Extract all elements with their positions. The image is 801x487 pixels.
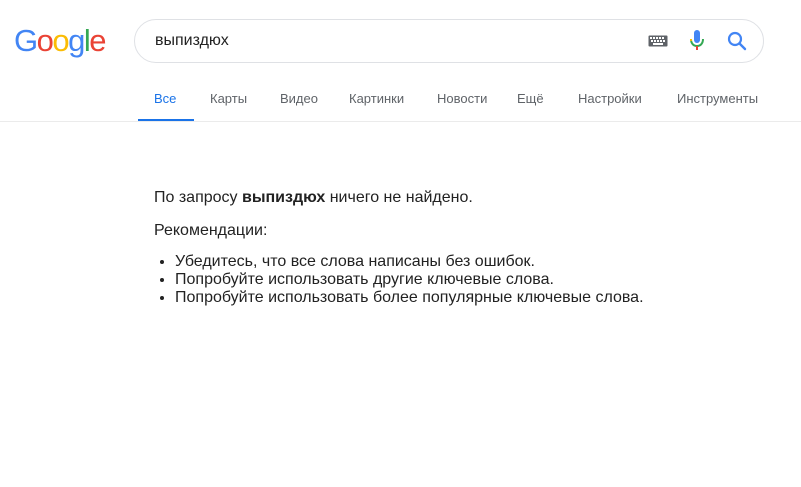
search-input[interactable] — [155, 20, 625, 62]
tab-news[interactable]: Новости — [421, 80, 503, 122]
logo-letter: o — [52, 23, 69, 58]
tab-tools[interactable]: Инструменты — [661, 80, 766, 122]
search-button[interactable] — [724, 28, 750, 54]
list-item: Попробуйте использовать более популярные… — [175, 289, 774, 307]
recommendations-list: Убедитесь, что все слова написаны без ош… — [154, 253, 774, 307]
search-tabs: Все Карты Видео Картинки Новости Ещё Нас… — [138, 80, 766, 122]
tab-images[interactable]: Картинки — [334, 80, 421, 122]
no-results-suffix: ничего не найдено. — [325, 189, 473, 206]
query-term: выпиздюх — [241, 189, 326, 206]
logo-letter: o — [36, 23, 54, 58]
tab-settings[interactable]: Настройки — [562, 80, 661, 122]
list-item: Попробуйте использовать другие ключевые … — [175, 271, 774, 289]
tab-maps[interactable]: Карты — [194, 80, 264, 122]
list-item: Убедитесь, что все слова написаны без ош… — [175, 253, 774, 271]
search-icon — [727, 31, 747, 51]
keyboard-icon — [648, 35, 668, 47]
no-results-message: По запросу выпиздюх ничего не найдено. — [154, 186, 774, 210]
tab-more[interactable]: Ещё — [503, 80, 562, 122]
google-logo[interactable]: Google — [14, 23, 106, 58]
tab-video[interactable]: Видео — [264, 80, 334, 122]
logo-letter: g — [68, 23, 85, 58]
logo-letter: G — [14, 23, 38, 58]
voice-search-button[interactable] — [684, 28, 710, 54]
keyboard-button[interactable] — [645, 28, 671, 54]
search-box — [134, 19, 764, 63]
tab-all[interactable]: Все — [138, 80, 194, 122]
mic-icon — [690, 30, 704, 50]
no-results-panel: По запросу выпиздюх ничего не найдено. Р… — [154, 186, 774, 307]
logo-letter: e — [89, 23, 106, 58]
no-results-prefix: По запросу — [154, 189, 242, 206]
header-divider — [0, 121, 801, 122]
recommendations-title: Рекомендации: — [154, 222, 268, 239]
